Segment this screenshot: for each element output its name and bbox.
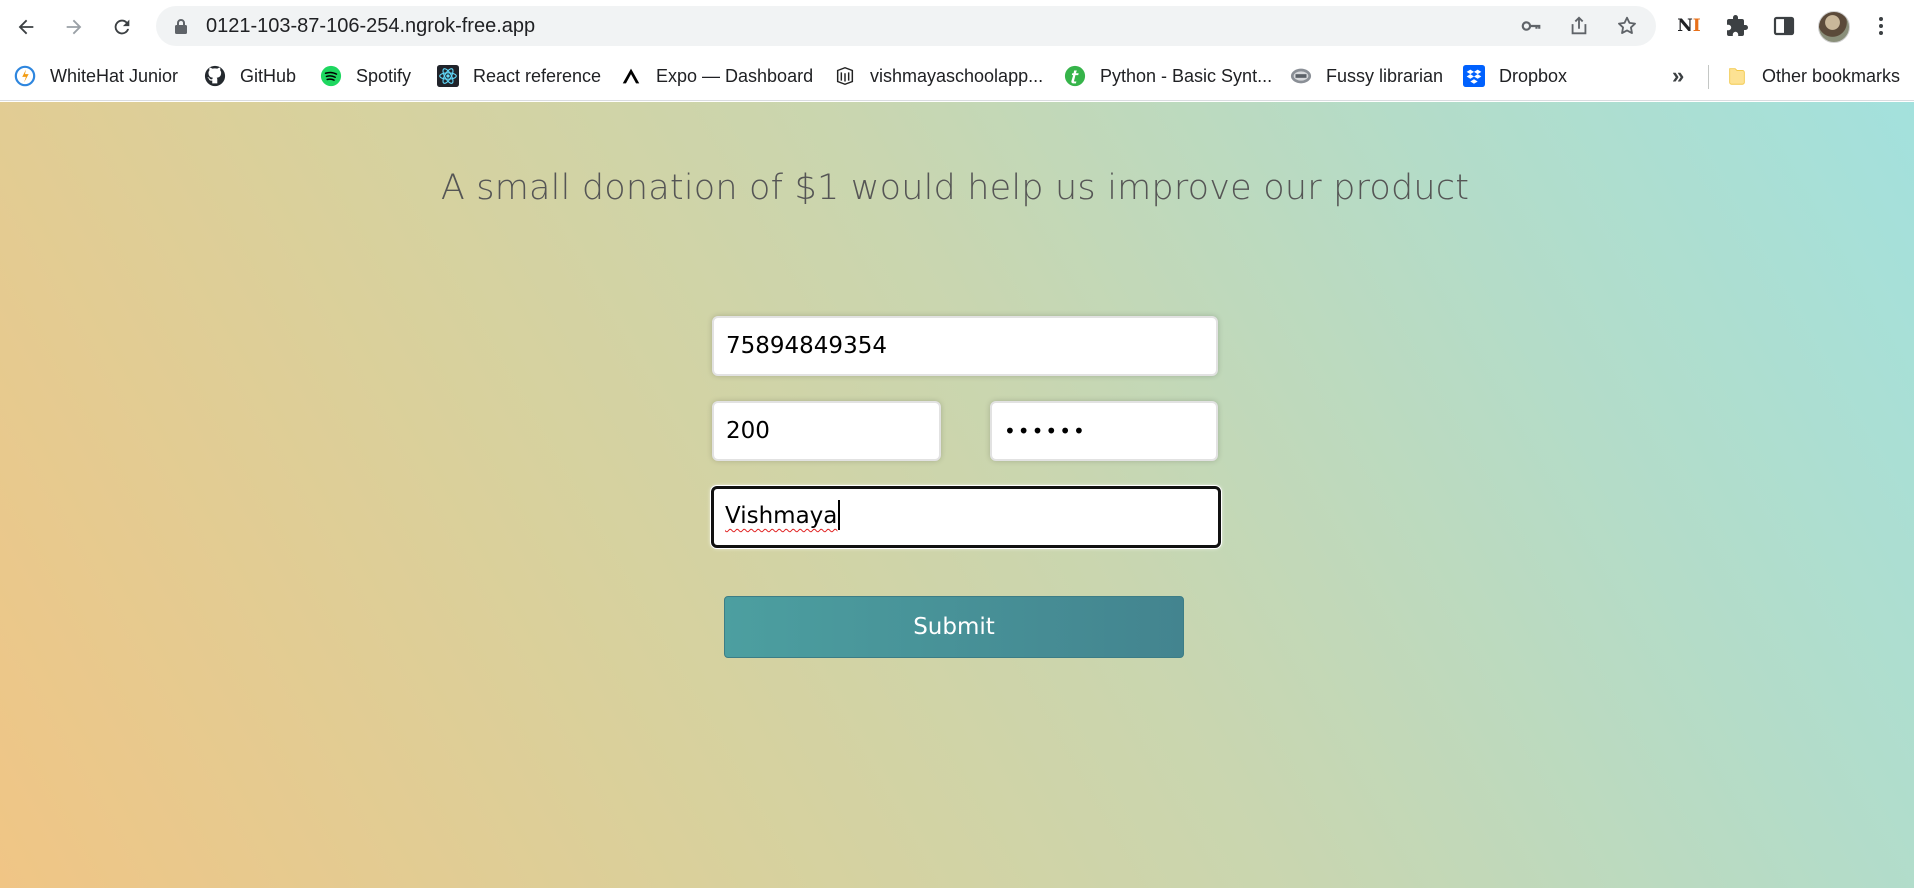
donation-page: A small donation of $1 would help us imp… (0, 102, 1914, 888)
bookmark-github[interactable]: GitHub (204, 53, 296, 99)
side-panel-icon[interactable] (1771, 13, 1797, 39)
pin-input[interactable]: •••••• (990, 401, 1218, 461)
submit-button[interactable]: Submit (724, 596, 1184, 658)
bookmarks-bar: WhiteHat Junior GitHub Spotify React ref… (0, 53, 1914, 101)
bookmark-dropbox[interactable]: Dropbox (1463, 53, 1567, 99)
arrow-right-icon (66, 19, 82, 35)
page-headline: A small donation of $1 would help us imp… (440, 168, 1470, 208)
address-bar[interactable]: 0121-103-87-106-254.ngrok-free.app (156, 6, 1656, 46)
forward-button[interactable] (58, 11, 90, 43)
more-bookmarks-chevron[interactable]: » (1672, 53, 1684, 99)
puzzle-icon[interactable] (1724, 13, 1750, 39)
fussy-librarian-icon (1290, 65, 1312, 87)
amount-input[interactable]: 200 (712, 401, 941, 461)
react-icon (437, 65, 459, 87)
name-input[interactable]: Vishmaya (711, 486, 1221, 548)
github-icon (204, 65, 226, 87)
bookmark-fussy-librarian[interactable]: Fussy librarian (1290, 53, 1443, 99)
url-text: 0121-103-87-106-254.ngrok-free.app (206, 15, 536, 37)
reload-icon (114, 19, 130, 35)
reload-button[interactable] (106, 11, 138, 43)
profile-avatar[interactable] (1818, 11, 1850, 43)
whitehat-icon (14, 65, 36, 87)
spotify-icon (320, 65, 342, 87)
bookmark-whitehat[interactable]: WhiteHat Junior (14, 53, 178, 99)
tutorialspoint-icon (1064, 65, 1086, 87)
more-menu-icon[interactable] (1868, 13, 1894, 39)
bookmark-react[interactable]: React reference (437, 53, 601, 99)
dropbox-icon (1463, 65, 1485, 87)
folder-icon (1726, 65, 1748, 87)
card-number-input[interactable]: 75894849354 (712, 316, 1218, 376)
app-icon (834, 65, 856, 87)
share-icon[interactable] (1568, 15, 1590, 37)
bookmark-python[interactable]: Python - Basic Synt... (1064, 53, 1272, 99)
name-value: Vishmaya (725, 503, 838, 529)
bookmark-expo[interactable]: Expo — Dashboard (620, 53, 813, 99)
bookmarks-divider (1708, 65, 1709, 89)
text-caret (838, 499, 841, 530)
browser-toolbar: 0121-103-87-106-254.ngrok-free.app NI (0, 0, 1914, 53)
arrow-left-icon (18, 19, 34, 35)
password-key-icon[interactable] (1520, 15, 1542, 37)
back-button[interactable] (10, 11, 42, 43)
bookmark-star-icon[interactable] (1616, 15, 1638, 37)
other-bookmarks-folder[interactable]: Other bookmarks (1726, 53, 1900, 99)
lock-icon (175, 19, 187, 34)
bookmark-vishmayaschoolapp[interactable]: vishmayaschoolapp... (834, 53, 1043, 99)
expo-icon (620, 65, 642, 87)
bookmark-spotify[interactable]: Spotify (320, 53, 411, 99)
ni-extension-icon[interactable]: NI (1676, 13, 1702, 39)
